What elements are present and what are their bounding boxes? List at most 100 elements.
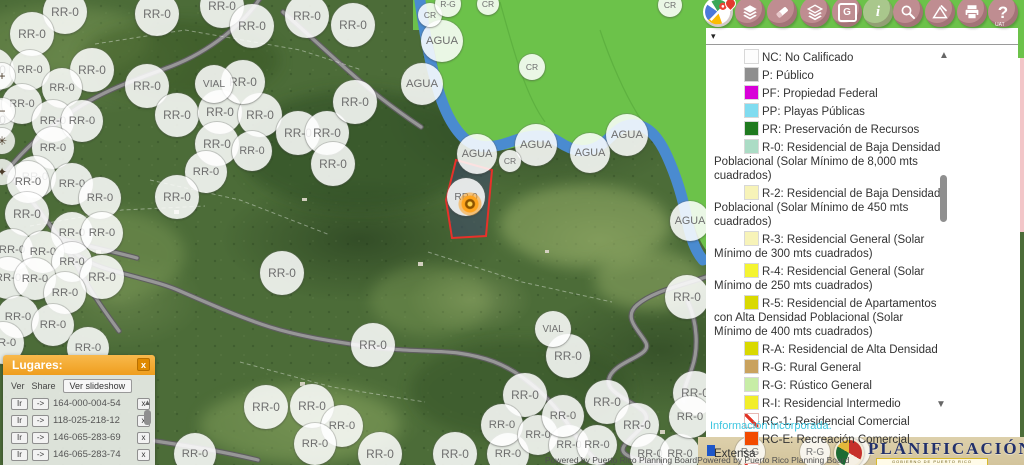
legend-panel: NC: No Calificado P: Público PF: Propiedad… <box>706 45 1020 437</box>
lugares-close-button[interactable]: x <box>137 358 150 371</box>
go-to-place-button[interactable]: Ir <box>11 398 28 410</box>
lugares-scrollbar-thumb[interactable] <box>144 410 151 425</box>
powered-by-left: Powered by Puerto Rico Planning Board <box>545 455 697 465</box>
map-application: RR-0RR-0RR-0RR-0RR-0RR-0RR-0RR-0RR-0RR-0… <box>0 0 1024 465</box>
go-to-place-button[interactable]: Ir <box>11 415 28 427</box>
zone-label-rr-0: RR-0 <box>333 80 377 124</box>
legend-item-label: P: Público <box>762 70 814 82</box>
zone-label-agua: AGUA <box>457 134 497 174</box>
map-sliver-pink <box>1020 58 1024 232</box>
lugares-header[interactable]: Lugares: x <box>3 355 155 375</box>
layers-icon <box>741 3 759 21</box>
legend-item: R-A: Residencial de Alta Densidad <box>710 341 942 357</box>
layer-dropdown[interactable]: ▾ <box>706 28 1024 45</box>
legend-footnote: Información incorporada. <box>710 420 832 432</box>
parcel-number: 164-000-004-54 <box>53 398 133 409</box>
legend-item-label: PF: Propiedad Federal <box>762 88 878 100</box>
share-place-button[interactable]: -> <box>32 398 49 410</box>
legend-swatch <box>744 139 759 154</box>
legend-item: R-G: Rústico General <box>710 377 942 393</box>
legend-swatch <box>744 85 759 100</box>
zone-label-rr-0: RR-0 <box>155 93 199 137</box>
zone-label-rr-0: RR-0 <box>351 323 395 367</box>
legend-item: P: Público <box>710 67 942 83</box>
legend-item: R-0: Residencial de Baja Densidad Poblac… <box>710 139 942 183</box>
legend-swatch <box>744 121 759 136</box>
legend-swatch <box>744 67 759 82</box>
legend-scrollbar-thumb[interactable] <box>940 175 947 222</box>
legend-item-label: R-I: Residencial Intermedio <box>762 398 901 410</box>
legend-item-label: R-G: Rústico General <box>762 380 872 392</box>
share-place-button[interactable]: -> <box>32 449 49 461</box>
lugares-list: Ir->164-000-004-54xIr->118-025-218-12xIr… <box>3 395 155 465</box>
legend-swatch <box>744 377 759 392</box>
map-sliver-green <box>1018 28 1024 58</box>
eraser-icon <box>773 3 791 21</box>
legend-scroll-down[interactable]: ▼ <box>936 399 946 410</box>
parcel-number: 146-065-283-74 <box>53 449 133 460</box>
lugares-title: Lugares: <box>12 358 63 372</box>
legend-item-label: R-A: Residencial de Alta Densidad <box>762 344 938 356</box>
legend-swatch <box>744 49 759 64</box>
legend-item: R-2: Residencial de Baja Densidad Poblac… <box>710 185 942 229</box>
legend-item: PR: Preservación de Recursos <box>710 121 942 137</box>
help-icon: ? <box>998 4 1008 21</box>
lugares-row: Ir->164-000-004-54x <box>3 395 155 412</box>
legend-swatch <box>744 231 759 246</box>
zone-label-vial: VIAL <box>535 311 571 347</box>
zone-label-rr-0: RR-0 <box>155 175 199 219</box>
legend-item: R-3: Residencial General (Solar Mínimo d… <box>710 231 942 261</box>
zone-label-rr-0: RR-0 <box>665 275 709 319</box>
zone-label-rr-0: RR-0 <box>80 255 124 299</box>
legend-swatch <box>744 185 759 200</box>
zone-label-cr: CR <box>499 150 521 172</box>
chevron-down-icon: ▾ <box>711 31 716 42</box>
legend-item: NC: No Calificado <box>710 49 942 65</box>
legend-item: PP: Playas Públicas <box>710 103 942 119</box>
legend-item-label: R-G: Rural General <box>762 362 861 374</box>
legend-swatch <box>744 341 759 356</box>
zone-label-rr-0: RR-0 <box>542 395 584 437</box>
lugares-scrollbar: ▲ ▼ <box>142 399 153 463</box>
legend-item: PF: Propiedad Federal <box>710 85 942 101</box>
grid-g-glyph: G <box>838 3 857 22</box>
legend-item-label: PP: Playas Públicas <box>762 106 865 118</box>
zone-label-rr-0: RR-0 <box>81 212 123 254</box>
lugares-row: Ir->146-065-283-74x <box>3 446 155 463</box>
zone-label-agua: AGUA <box>606 114 648 156</box>
go-to-place-button[interactable]: Ir <box>11 449 28 461</box>
measure-icon <box>931 3 949 21</box>
zone-label-rr-0: RR-0 <box>244 385 288 429</box>
slideshow-button[interactable]: Ver slideshow <box>63 379 133 393</box>
zone-label-rr-0: RR-0 <box>260 251 304 295</box>
zone-label-vial: VIAL <box>195 65 233 103</box>
legend-swatch <box>744 103 759 118</box>
zone-label-agua: AGUA <box>401 63 443 105</box>
parcel-number: 146-065-283-69 <box>53 432 133 443</box>
zone-label-agua: AGUA <box>515 124 557 166</box>
lugares-row: Ir->118-025-218-12x <box>3 412 155 429</box>
search-icon <box>899 3 917 21</box>
lugares-body: Ver Share Ver slideshow Ir->164-000-004-… <box>3 375 155 465</box>
legend-item-label: PR: Preservación de Recursos <box>762 124 919 136</box>
share-place-button[interactable]: -> <box>32 432 49 444</box>
info-icon: i <box>876 5 880 20</box>
legend-item: RC-E: Recreación Comercial Extensa <box>710 431 942 461</box>
layers-outline-icon <box>806 3 824 21</box>
zone-label-rr-0: RR-0 <box>232 131 272 171</box>
legend-swatch <box>744 359 759 374</box>
legend-scroll-up[interactable]: ▲ <box>939 50 949 61</box>
share-place-button[interactable]: -> <box>32 415 49 427</box>
legend-swatch <box>744 263 759 278</box>
go-to-place-button[interactable]: Ir <box>11 432 28 444</box>
legend-list: NC: No Calificado P: Público PF: Propiedad… <box>710 49 942 465</box>
legend-swatch <box>744 431 759 446</box>
zone-label-rr-0: RR-0 <box>311 142 355 186</box>
selected-location-marker <box>457 191 483 217</box>
zone-label-agua: AGUA <box>670 201 710 241</box>
zone-label-rr-0: RR-0 <box>669 396 711 438</box>
print-icon <box>963 3 981 21</box>
zone-label-rr-0: RR-0 <box>331 3 375 47</box>
lugares-scroll-up[interactable]: ▲ <box>142 399 153 407</box>
legend-swatch <box>744 395 759 410</box>
